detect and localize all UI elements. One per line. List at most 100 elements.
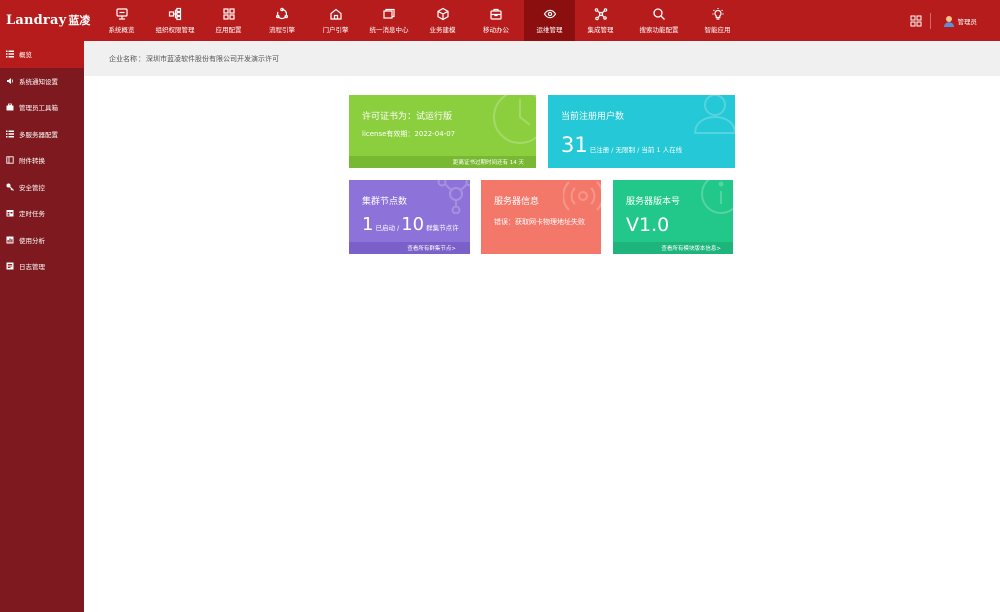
sidebar-item-admin-toolbox[interactable]: 管理员工具箱	[0, 94, 84, 121]
sidebar-item-notification-settings[interactable]: 系统通知设置	[0, 68, 84, 95]
main-nav: 系统概览 组织权限管理 应用配置 流程引擎 门户引擎 统一消息中心 业务建模 移…	[96, 0, 743, 41]
nav-item-flow-engine[interactable]: 流程引擎	[254, 0, 310, 41]
license-footer[interactable]: 距离证书过期时间还有 14 天	[349, 156, 536, 168]
nav-item-system-overview[interactable]: 系统概览	[96, 0, 147, 41]
users-count: 31	[561, 133, 588, 157]
logo-text-en: Landray	[6, 13, 67, 28]
cluster-nodes-card[interactable]: 集群节点数 1 已启动 / 10 群集节点许 查看所有群集节点>	[349, 180, 470, 254]
flow-cycle-icon	[275, 7, 289, 20]
license-card[interactable]: 许可证书为：试运行版 license有效期：2022-04-07 距离证书过期时…	[349, 95, 536, 168]
company-name-bar: 企业名称：深圳市蓝凌软件股份有限公司开发演示许可	[84, 41, 1000, 76]
nav-label: 门户引擎	[322, 26, 349, 34]
nav-label: 集成管理	[587, 26, 614, 34]
info-icon	[701, 180, 733, 214]
clock-icon	[493, 95, 536, 144]
nav-item-portal-engine[interactable]: 门户引擎	[310, 0, 361, 41]
sidebar: 概览 系统通知设置 管理员工具箱 多服务器配置 附件转换 安全管控 定时任务 使…	[0, 41, 84, 612]
version-value: V1.0	[626, 214, 670, 236]
cluster-title: 集群节点数	[362, 197, 408, 207]
nav-label: 移动办公	[483, 26, 509, 34]
nav-item-mobile-office[interactable]: 移动办公	[468, 0, 524, 41]
license-expiry: license有效期：2022-04-07	[362, 130, 456, 138]
license-type: 试运行版	[416, 112, 453, 122]
company-name: 深圳市蓝凌软件股份有限公司开发演示许可	[146, 54, 279, 63]
user-icon	[693, 95, 735, 134]
org-tree-icon	[168, 7, 182, 21]
sidebar-item-label: 多服务器配置	[19, 130, 58, 139]
company-separator: ：	[138, 54, 145, 63]
speaker-icon	[7, 77, 13, 84]
cluster-total-count: 10	[401, 214, 425, 235]
server-version-card[interactable]: 服务器版本号 V1.0 查看所有模块版本信息>	[613, 180, 733, 254]
nav-item-message-center[interactable]: 统一消息中心	[361, 0, 417, 41]
version-title: 服务器版本号	[626, 197, 681, 207]
license-title-prefix: 许可证书为：	[362, 112, 417, 122]
nav-label: 组织权限管理	[155, 26, 195, 34]
registered-users-card[interactable]: 当前注册用户数 31 已注册 / 无限制 / 当前 1 人在线	[548, 95, 735, 168]
users-detail: 已注册 / 无限制 / 当前 1 人在线	[589, 146, 683, 154]
list-icon	[6, 50, 14, 58]
briefcase-icon	[490, 8, 502, 20]
attachment-convert-icon	[6, 156, 14, 164]
company-label: 企业名称	[109, 54, 137, 63]
network-nodes-icon	[437, 180, 470, 214]
sidebar-item-label: 系统通知设置	[19, 77, 58, 86]
version-footer-link[interactable]: 查看所有模块版本信息>	[613, 242, 733, 254]
sidebar-item-label: 附件转换	[19, 157, 45, 166]
sidebar-item-usage-analysis[interactable]: 使用分析	[0, 227, 84, 254]
nav-item-search-config[interactable]: 搜索功能配置	[626, 0, 692, 41]
toolbox-icon	[6, 103, 14, 111]
nav-label: 智能应用	[704, 26, 731, 34]
user-name[interactable]: 管理员	[958, 16, 978, 26]
sidebar-item-log-management[interactable]: 日志管理	[0, 253, 84, 280]
sidebar-item-label: 定时任务	[19, 210, 45, 219]
cluster-started-label: 已启动 /	[375, 224, 400, 232]
cluster-started-count: 1	[362, 214, 374, 235]
top-navigation-bar: Landray 蓝凌 系统概览 组织权限管理 应用配置 流程引擎 门户引擎 统一…	[0, 0, 1000, 41]
message-icon	[383, 8, 395, 19]
nav-item-ops-management[interactable]: 运维管理	[524, 0, 575, 41]
sidebar-item-label: 安全管控	[19, 183, 45, 192]
nav-item-business-modeling[interactable]: 业务建模	[417, 0, 468, 41]
server-info-card[interactable]: 服务器信息 错误：获取网卡物理地址失败	[481, 180, 601, 254]
eye-icon	[543, 9, 556, 19]
nav-label: 业务建模	[429, 26, 456, 34]
sidebar-item-scheduled-tasks[interactable]: 定时任务	[0, 200, 84, 227]
users-stats: 31 已注册 / 无限制 / 当前 1 人在线	[561, 133, 684, 157]
broadcast-icon	[563, 181, 601, 211]
nav-item-app-config[interactable]: 应用配置	[203, 0, 254, 41]
chart-icon	[6, 236, 14, 244]
sidebar-item-overview[interactable]: 概览	[0, 41, 84, 68]
home-icon	[329, 8, 342, 20]
nav-label: 运维管理	[536, 26, 563, 34]
calendar-icon	[6, 210, 14, 217]
grid-icon	[222, 8, 235, 20]
sidebar-item-label: 日志管理	[19, 263, 45, 272]
nav-item-org-permission[interactable]: 组织权限管理	[147, 0, 203, 41]
server-title: 服务器信息	[494, 197, 540, 207]
nav-label: 搜索功能配置	[639, 26, 679, 34]
user-avatar-icon[interactable]	[943, 15, 955, 27]
nav-label: 应用配置	[215, 26, 242, 34]
cube-icon	[436, 7, 449, 21]
landray-logo[interactable]: Landray 蓝凌	[6, 12, 90, 30]
server-error: 错误：获取网卡物理地址失败	[494, 218, 585, 226]
key-icon	[6, 183, 14, 191]
sidebar-item-attachment-convert[interactable]: 附件转换	[0, 147, 84, 174]
server-list-icon	[6, 130, 14, 138]
cluster-footer-link[interactable]: 查看所有群集节点>	[349, 242, 470, 254]
nav-item-integration[interactable]: 集成管理	[575, 0, 626, 41]
sidebar-item-security[interactable]: 安全管控	[0, 174, 84, 201]
users-title: 当前注册用户数	[561, 112, 625, 122]
nav-item-smart-apps[interactable]: 智能应用	[692, 0, 743, 41]
search-icon	[653, 8, 665, 20]
sidebar-item-multi-server[interactable]: 多服务器配置	[0, 121, 84, 148]
network-icon	[594, 8, 607, 21]
sidebar-item-label: 使用分析	[19, 236, 45, 245]
cluster-stats: 1 已启动 / 10 群集节点许	[362, 214, 461, 235]
license-title: 许可证书为：试运行版	[362, 109, 452, 122]
sidebar-item-label: 管理员工具箱	[19, 104, 58, 113]
apps-grid-icon[interactable]	[910, 15, 922, 27]
top-right-tools: 管理员	[910, 0, 1000, 41]
divider	[929, 12, 931, 29]
